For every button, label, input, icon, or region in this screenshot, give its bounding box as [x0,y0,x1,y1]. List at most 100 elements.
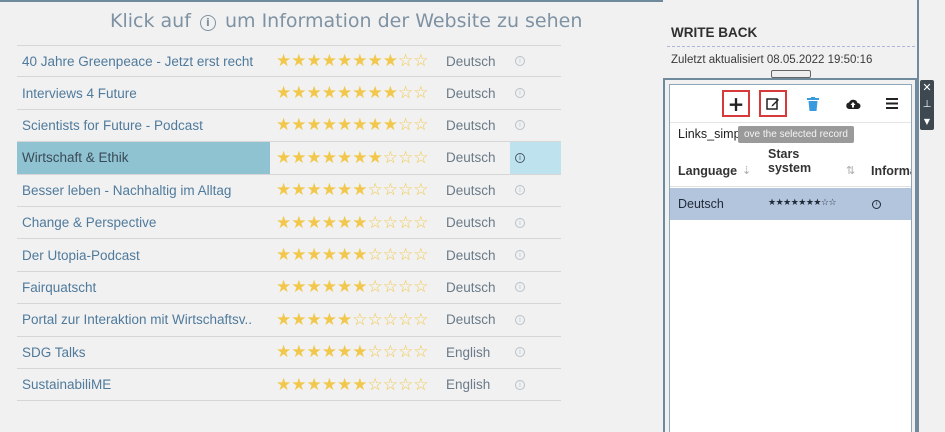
star-filled-icon: ★ [337,245,353,266]
sort-icon[interactable]: ⇣ [742,164,751,177]
star-filled-icon: ★ [276,277,292,298]
star-rating: ★★★★★★★★☆☆ [270,51,440,71]
info-icon[interactable]: i [515,379,525,390]
podcast-title[interactable]: Scientists for Future - Podcast [17,110,270,141]
dashboard-divider [917,0,919,432]
star-filled-icon: ★ [337,147,353,168]
table-row[interactable]: SustainabiliME ★★★★★★☆☆☆☆ English i [17,369,561,402]
last-updated-text: Zuletzt aktualisiert 08.05.2022 19:50:16 [671,54,873,66]
info-icon[interactable]: i [515,217,525,228]
podcast-language: Deutsch [446,312,496,328]
column-header-info[interactable]: Informa [871,164,911,178]
info-cell[interactable]: i [510,337,561,368]
info-icon[interactable]: i [515,56,525,67]
info-icon[interactable]: i [515,314,525,325]
star-rating: ★★★★★★★★☆☆ [270,115,440,135]
podcast-title[interactable]: SDG Talks [17,337,270,368]
info-cell[interactable]: i [510,142,561,174]
info-cell[interactable]: i [510,46,561,76]
info-icon[interactable]: i [515,185,525,196]
star-empty-icon: ☆ [398,212,414,233]
star-empty-icon: ☆ [382,374,398,395]
table-row[interactable]: Portal zur Interaktion mit Wirtschaftsv.… [17,304,561,337]
delete-record-button[interactable] [799,90,827,117]
star-filled-icon: ★ [337,309,353,330]
star-filled-icon: ★ [321,115,337,136]
star-filled-icon: ★ [291,374,307,395]
cloud-upload-icon [846,99,861,109]
star-empty-icon: ☆ [382,277,398,298]
podcast-title[interactable]: Change & Perspective [17,207,270,238]
table-row[interactable]: Scientists for Future - Podcast ★★★★★★★★☆… [17,110,561,143]
menu-icon [886,98,898,109]
table-row[interactable]: Wirtschaft & Ethik ★★★★★★★☆☆☆ Deutsch i [17,142,561,175]
drag-handle[interactable] [771,70,811,78]
podcast-title[interactable]: 40 Jahre Greenpeace - Jetzt erst recht [17,46,270,76]
edit-icon [766,97,779,110]
star-filled-icon: ★ [352,147,368,168]
podcast-title[interactable]: Portal zur Interaktion mit Wirtschaftsv.… [17,304,270,335]
star-empty-icon: ☆ [413,342,429,363]
sort-icon[interactable]: ⇅ [846,164,855,177]
info-cell[interactable]: i [510,239,561,270]
podcast-title[interactable]: SustainabiliME [17,369,270,400]
star-filled-icon: ★ [306,180,322,201]
close-icon[interactable]: ✕ [920,80,934,96]
star-filled-icon: ★ [306,212,322,233]
info-cell[interactable]: i [510,77,561,108]
info-icon[interactable]: i [515,120,525,131]
table-row[interactable]: Change & Perspective ★★★★★★☆☆☆☆ Deutsch i [17,207,561,240]
menu-button[interactable] [878,90,906,117]
star-empty-icon: ☆ [382,245,398,266]
writeback-divider [667,46,915,47]
info-cell[interactable]: i [510,207,561,238]
info-icon[interactable]: i [515,282,525,293]
table-row[interactable]: Der Utopia-Podcast ★★★★★★☆☆☆☆ Deutsch i [17,239,561,272]
podcast-title[interactable]: Wirtschaft & Ethik [17,142,270,174]
caret-down-icon[interactable]: ▼ [920,114,934,130]
info-cell[interactable]: i [510,272,561,303]
selected-record-row[interactable]: Deutsch ★★★★★★★☆☆ i [670,188,911,220]
table-row[interactable]: 40 Jahre Greenpeace - Jetzt erst recht ★ ★… [17,45,561,78]
table-row[interactable]: Fairquatscht ★★★★★★☆☆☆☆ Deutsch i [17,272,561,305]
edit-record-button[interactable] [759,90,787,117]
star-filled-icon: ★ [352,51,368,72]
star-filled-icon: ★ [337,83,353,104]
table-row[interactable]: Interviews 4 Future ★★★★★★★★☆☆ Deutsch i [17,77,561,110]
star-filled-icon: ★ [321,309,337,330]
info-cell[interactable]: i [510,369,561,400]
upload-button[interactable] [839,90,867,117]
info-icon[interactable]: i [515,250,525,261]
podcast-title[interactable]: Interviews 4 Future [17,77,270,108]
add-record-button[interactable]: + [722,90,750,117]
info-icon[interactable]: i [515,152,525,163]
trash-icon [807,96,819,111]
column-header-stars[interactable]: Stars system [768,147,828,175]
table-row[interactable]: Besser leben - Nachhaltig im Alltag ★★★★★… [17,175,561,207]
info-cell[interactable]: i [510,110,561,141]
star-empty-icon: ☆ [413,212,429,233]
info-icon[interactable]: i [515,88,525,99]
star-empty-icon: ☆ [367,277,383,298]
star-filled-icon: ★ [306,83,322,104]
star-empty-icon: ☆ [413,51,429,72]
heading-after: um Information der Website zu sehen [224,10,583,32]
table-row[interactable]: SDG Talks ★★★★★★☆☆☆☆ English i [17,337,561,369]
star-filled-icon: ★ [321,51,337,72]
star-empty-icon: ☆ [398,277,414,298]
star-empty-icon: ☆ [367,245,383,266]
star-filled-icon: ★ [337,212,353,233]
podcast-title[interactable]: Der Utopia-Podcast [17,239,270,270]
star-empty-icon: ☆ [352,309,368,330]
podcast-title[interactable]: Besser leben - Nachhaltig im Alltag [17,175,270,206]
column-header-language[interactable]: Language [678,164,737,178]
pin-icon[interactable]: ⊥ [920,97,934,113]
star-empty-icon: ☆ [398,115,414,136]
podcast-title[interactable]: Fairquatscht [17,272,270,303]
star-empty-icon: ☆ [382,212,398,233]
info-cell[interactable]: i [510,304,561,335]
star-filled-icon: ★ [276,309,292,330]
info-icon: i [872,200,881,209]
info-cell[interactable]: i [510,175,561,206]
info-icon[interactable]: i [515,347,525,358]
